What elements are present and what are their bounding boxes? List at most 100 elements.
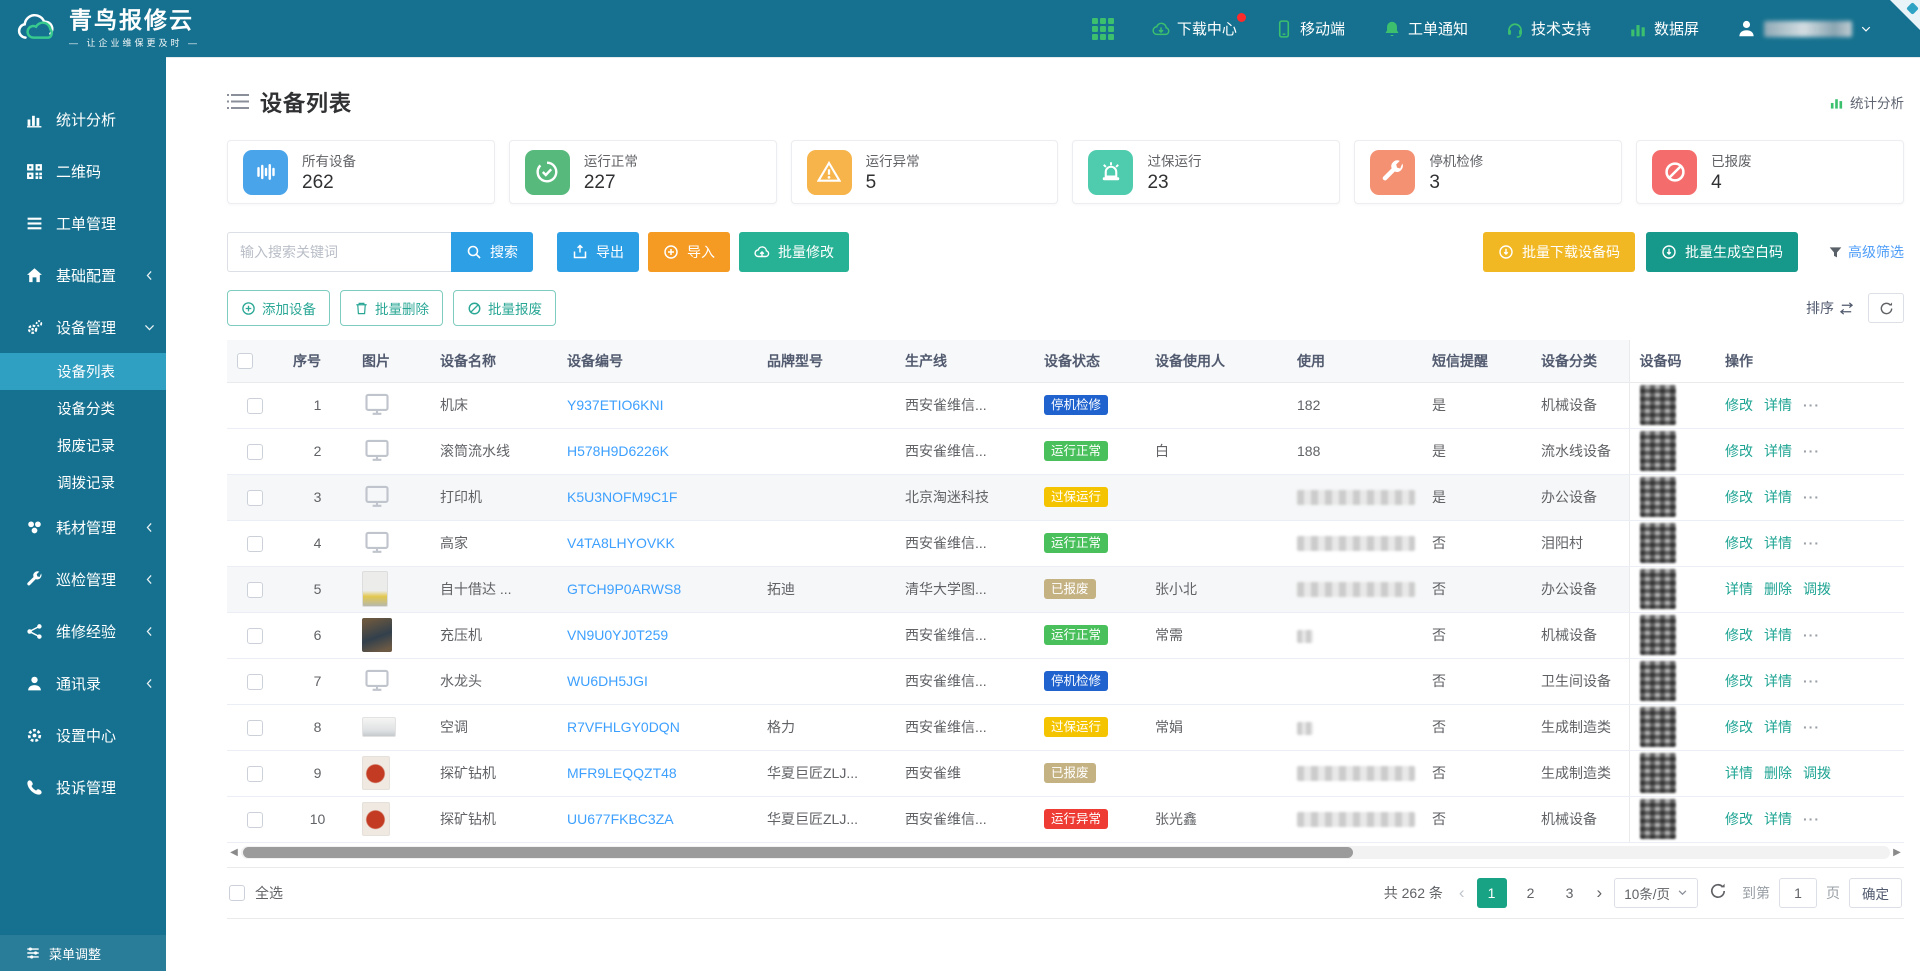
more-actions-button[interactable]: ··· [1803,811,1820,827]
nav-work-order-notice[interactable]: 工单通知 [1383,18,1468,39]
device-code-link[interactable]: VN9U0YJ0T259 [567,627,668,643]
transfer-action[interactable]: 调拨 [1803,765,1831,781]
import-button[interactable]: 导入 [648,232,730,272]
edit-action[interactable]: 修改 [1725,397,1753,413]
batch-edit-button[interactable]: 批量修改 [739,232,849,272]
edit-action[interactable]: 修改 [1725,811,1753,827]
nav-download-center[interactable]: 下载中心 [1152,18,1237,39]
page-size-select[interactable]: 10条/页 [1614,878,1698,908]
next-page-button[interactable]: › [1594,883,1606,903]
goto-page-input[interactable] [1779,878,1817,908]
batch-generate-codes-button[interactable]: 批量生成空白码 [1646,232,1798,272]
row-checkbox[interactable] [247,398,263,414]
sidebar-item-stats-analysis[interactable]: 统计分析 [0,93,166,145]
sidebar-item-basic-config[interactable]: 基础配置 [0,249,166,301]
row-checkbox[interactable] [247,720,263,736]
row-checkbox[interactable] [247,536,263,552]
scrollbar-thumb[interactable] [243,847,1353,858]
detail-action[interactable]: 详情 [1764,627,1792,643]
sidebar-subitem-device-category[interactable]: 设备分类 [0,390,166,427]
sidebar-subitem-scrap-records[interactable]: 报废记录 [0,427,166,464]
edit-action[interactable]: 修改 [1725,443,1753,459]
device-qr-code[interactable] [1640,615,1676,655]
search-input[interactable] [227,232,451,272]
device-qr-code[interactable] [1640,569,1676,609]
select-all[interactable]: 全选 [229,883,283,903]
device-code-link[interactable]: Y937ETIO6KNI [567,397,664,413]
nav-mobile-app[interactable]: 移动端 [1275,18,1345,39]
detail-action[interactable]: 详情 [1764,673,1792,689]
page-number-3[interactable]: 3 [1555,878,1585,908]
search-button[interactable]: 搜索 [451,232,533,272]
sidebar-subitem-device-list[interactable]: 设备列表 [0,353,166,390]
transfer-action[interactable]: 调拨 [1803,581,1831,597]
batch-download-codes-button[interactable]: 批量下载设备码 [1483,232,1635,272]
detail-action[interactable]: 详情 [1725,581,1753,597]
device-code-link[interactable]: WU6DH5JGI [567,673,648,689]
batch-scrap-button[interactable]: 批量报废 [453,290,556,326]
device-qr-code[interactable] [1640,661,1676,701]
sort-toggle[interactable]: 排序 [1806,298,1854,318]
more-actions-button[interactable]: ··· [1803,397,1820,413]
detail-action[interactable]: 详情 [1764,535,1792,551]
more-actions-button[interactable]: ··· [1803,627,1820,643]
more-actions-button[interactable]: ··· [1803,673,1820,689]
device-code-link[interactable]: V4TA8LHYOVKK [567,535,675,551]
detail-action[interactable]: 详情 [1764,443,1792,459]
detail-action[interactable]: 详情 [1764,489,1792,505]
edit-action[interactable]: 修改 [1725,719,1753,735]
page-number-2[interactable]: 2 [1516,878,1546,908]
row-checkbox[interactable] [247,674,263,690]
device-code-link[interactable]: H578H9D6226K [567,443,669,459]
device-qr-code[interactable] [1640,799,1676,839]
device-qr-code[interactable] [1640,753,1676,793]
goto-confirm-button[interactable]: 确定 [1849,878,1902,908]
pagination-refresh-icon[interactable] [1709,882,1731,904]
nav-data-screen[interactable]: 数据屏 [1629,18,1699,39]
user-menu[interactable] [1737,19,1872,38]
row-checkbox[interactable] [247,628,263,644]
more-actions-button[interactable]: ··· [1803,443,1820,459]
sidebar-item-complaint-mgmt[interactable]: 投诉管理 [0,761,166,813]
device-code-link[interactable]: R7VFHLGY0DQN [567,719,680,735]
more-actions-button[interactable]: ··· [1803,489,1820,505]
edit-action[interactable]: 修改 [1725,535,1753,551]
refresh-button[interactable] [1868,293,1904,323]
page-number-1[interactable]: 1 [1477,878,1507,908]
more-actions-button[interactable]: ··· [1803,719,1820,735]
sidebar-item-inspection-mgmt[interactable]: 巡检管理 [0,553,166,605]
scroll-left-arrow-icon[interactable]: ◀ [227,847,241,858]
delete-action[interactable]: 删除 [1764,581,1792,597]
device-code-link[interactable]: UU677FKBC3ZA [567,811,674,827]
scroll-right-arrow-icon[interactable]: ▶ [1890,847,1904,858]
edit-action[interactable]: 修改 [1725,489,1753,505]
batch-delete-button[interactable]: 批量删除 [340,290,443,326]
row-checkbox[interactable] [247,812,263,828]
device-qr-code[interactable] [1640,707,1676,747]
scrollbar-track[interactable] [241,846,1890,859]
advanced-filter-link[interactable]: 高级筛选 [1828,242,1904,262]
delete-action[interactable]: 删除 [1764,765,1792,781]
row-checkbox[interactable] [247,444,263,460]
sidebar-item-contacts[interactable]: 通讯录 [0,657,166,709]
sidebar-item-settings-center[interactable]: 设置中心 [0,709,166,761]
apps-grid-icon[interactable] [1092,18,1114,40]
device-code-link[interactable]: GTCH9P0ARWS8 [567,581,681,597]
corner-ribbon[interactable] [1890,0,1920,30]
more-actions-button[interactable]: ··· [1803,535,1820,551]
detail-action[interactable]: 详情 [1725,765,1753,781]
row-checkbox[interactable] [247,766,263,782]
sidebar-item-consumables-mgmt[interactable]: 耗材管理 [0,501,166,553]
select-all-checkbox[interactable] [229,885,245,901]
sidebar-item-qr-code[interactable]: 二维码 [0,145,166,197]
prev-page-button[interactable]: ‹ [1456,883,1468,903]
menu-adjust-button[interactable]: 菜单调整 [0,935,166,971]
row-checkbox[interactable] [247,490,263,506]
sidebar-item-device-mgmt[interactable]: 设备管理 [0,301,166,353]
edit-action[interactable]: 修改 [1725,627,1753,643]
row-checkbox[interactable] [247,582,263,598]
device-code-link[interactable]: K5U3NOFM9C1F [567,489,677,505]
sidebar-item-work-order-mgmt[interactable]: 工单管理 [0,197,166,249]
device-code-link[interactable]: MFR9LEQQZT48 [567,765,677,781]
detail-action[interactable]: 详情 [1764,719,1792,735]
